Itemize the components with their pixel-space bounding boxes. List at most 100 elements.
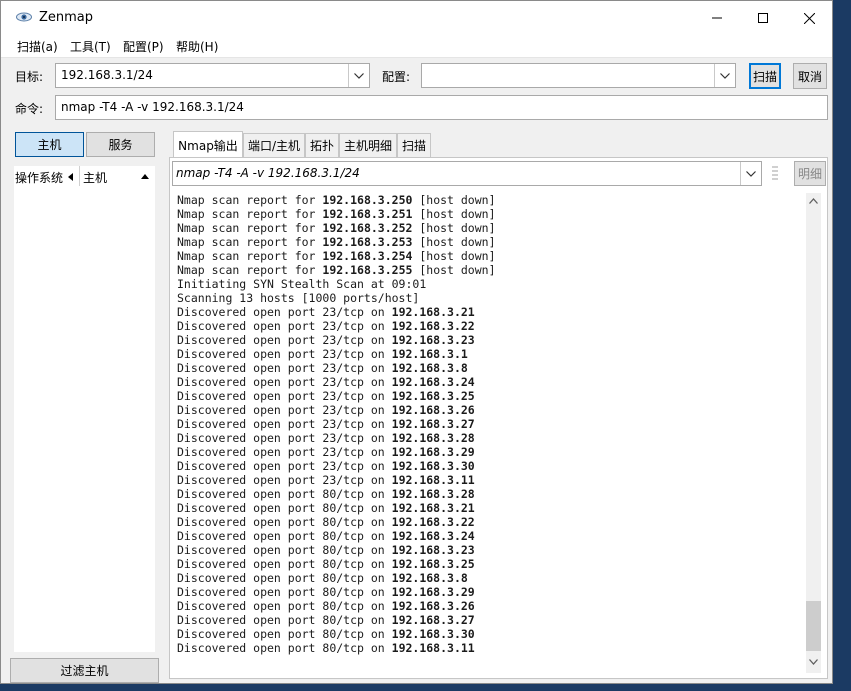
output-line: Discovered open port 23/tcp on 192.168.3…: [177, 473, 797, 487]
output-command-dropdown-button[interactable]: [740, 162, 761, 185]
zenmap-eye-icon: [16, 12, 32, 22]
grip-icon: [772, 166, 778, 180]
output-line-text: Discovered open port 80/tcp on: [177, 599, 392, 613]
output-line-text: Discovered open port 80/tcp on: [177, 487, 392, 501]
hosts-toggle-button[interactable]: 主机: [15, 132, 84, 157]
output-line-text: Discovered open port 23/tcp on: [177, 319, 392, 333]
output-line: Discovered open port 80/tcp on 192.168.3…: [177, 501, 797, 515]
output-line-ip: 192.168.3.8: [391, 361, 468, 375]
command-label: 命令:: [15, 102, 44, 116]
scan-output-text: Nmap scan report for 192.168.3.250 [host…: [177, 193, 797, 663]
tab-nmap-output[interactable]: Nmap输出: [173, 131, 243, 158]
output-line: Discovered open port 23/tcp on 192.168.3…: [177, 459, 797, 473]
command-input[interactable]: nmap -T4 -A -v 192.168.3.1/24: [55, 95, 828, 120]
output-line-status: [host down]: [412, 249, 496, 263]
output-line: Discovered open port 80/tcp on 192.168.3…: [177, 529, 797, 543]
output-line: Discovered open port 80/tcp on 192.168.3…: [177, 515, 797, 529]
tab-topology[interactable]: 拓扑: [305, 133, 339, 157]
command-value: nmap -T4 -A -v 192.168.3.1/24: [61, 100, 244, 114]
output-line-text: Discovered open port 80/tcp on: [177, 543, 392, 557]
output-line-text: Discovered open port 80/tcp on: [177, 515, 392, 529]
minimize-button[interactable]: [694, 1, 740, 35]
tab-scans[interactable]: 扫描: [397, 133, 431, 157]
menu-scan[interactable]: 扫描(a): [17, 38, 58, 55]
output-line: Discovered open port 23/tcp on 192.168.3…: [177, 347, 797, 361]
output-line-text: Discovered open port 80/tcp on: [177, 571, 392, 585]
cancel-button[interactable]: 取消: [793, 63, 827, 89]
output-line-status: [host down]: [412, 263, 496, 277]
scan-button[interactable]: 扫描: [749, 63, 781, 89]
column-divider: [79, 166, 80, 186]
output-line-text: Nmap scan report for: [177, 263, 323, 277]
output-line-ip: 192.168.3.26: [391, 403, 475, 417]
output-line: Discovered open port 80/tcp on 192.168.3…: [177, 627, 797, 641]
output-line-text: Discovered open port 23/tcp on: [177, 459, 392, 473]
output-command-combobox[interactable]: nmap -T4 -A -v 192.168.3.1/24: [172, 161, 762, 186]
output-line-text: Discovered open port 23/tcp on: [177, 333, 392, 347]
output-line-text: Discovered open port 23/tcp on: [177, 445, 392, 459]
output-line-text: Discovered open port 80/tcp on: [177, 585, 392, 599]
menu-profile[interactable]: 配置(P): [123, 38, 164, 55]
output-scrollbar[interactable]: [806, 193, 821, 673]
column-host-header[interactable]: 主机: [83, 169, 107, 186]
menu-tools[interactable]: 工具(T): [70, 38, 111, 55]
profile-combobox[interactable]: [421, 63, 736, 88]
output-line: Discovered open port 23/tcp on 192.168.3…: [177, 375, 797, 389]
output-line: Discovered open port 23/tcp on 192.168.3…: [177, 403, 797, 417]
details-button[interactable]: 明细: [794, 161, 826, 186]
scroll-down-icon[interactable]: [809, 659, 818, 665]
close-button[interactable]: [786, 1, 832, 35]
output-line-ip: 192.168.3.30: [391, 627, 475, 641]
menu-help[interactable]: 帮助(H): [176, 38, 218, 55]
close-icon: [803, 12, 815, 24]
target-value: 192.168.3.1/24: [61, 68, 153, 82]
maximize-button[interactable]: [740, 1, 786, 35]
menu-bar: 扫描(a) 工具(T) 配置(P) 帮助(H): [1, 35, 832, 58]
output-line-ip: 192.168.3.8: [391, 571, 468, 585]
output-line-ip: 192.168.3.252: [322, 221, 413, 235]
target-combobox[interactable]: 192.168.3.1/24: [55, 63, 370, 88]
filter-hosts-button[interactable]: 过滤主机: [10, 658, 159, 683]
maximize-icon: [758, 13, 768, 23]
output-line-text: Discovered open port 23/tcp on: [177, 375, 392, 389]
output-line: Nmap scan report for 192.168.3.250 [host…: [177, 193, 797, 207]
zenmap-window: Zenmap 扫描(a) 工具(T) 配置(P) 帮助(H) 目标: 192.1…: [0, 0, 833, 684]
chevron-down-icon: [354, 72, 364, 79]
profile-dropdown-button[interactable]: [714, 64, 735, 87]
output-line-ip: 192.168.3.23: [391, 333, 475, 347]
output-line-ip: 192.168.3.26: [391, 599, 475, 613]
output-line: Initiating SYN Stealth Scan at 09:01: [177, 277, 797, 291]
output-line-text: Nmap scan report for: [177, 221, 323, 235]
tab-host-details[interactable]: 主机明细: [339, 133, 397, 157]
output-line-text: Scanning 13 hosts [1000 ports/host]: [177, 291, 420, 305]
output-line-text: Initiating SYN Stealth Scan at 09:01: [177, 277, 427, 291]
output-line-ip: 192.168.3.29: [391, 585, 475, 599]
output-line-ip: 192.168.3.27: [391, 613, 475, 627]
output-line-ip: 192.168.3.11: [391, 473, 475, 487]
output-line-status: [host down]: [412, 193, 496, 207]
output-line-ip: 192.168.3.250: [322, 193, 413, 207]
output-line: Discovered open port 23/tcp on 192.168.3…: [177, 319, 797, 333]
column-os-header[interactable]: 操作系统: [15, 169, 63, 186]
scroll-up-icon[interactable]: [809, 198, 818, 204]
output-line-ip: 192.168.3.24: [391, 375, 475, 389]
output-line-ip: 192.168.3.28: [391, 431, 475, 445]
output-line-text: Discovered open port 80/tcp on: [177, 529, 392, 543]
output-line-ip: 192.168.3.22: [391, 319, 475, 333]
output-line-ip: 192.168.3.25: [391, 389, 475, 403]
output-line: Discovered open port 23/tcp on 192.168.3…: [177, 305, 797, 319]
output-line: Nmap scan report for 192.168.3.252 [host…: [177, 221, 797, 235]
chevron-down-icon: [720, 72, 730, 79]
scrollbar-thumb[interactable]: [806, 601, 821, 651]
output-line-text: Discovered open port 23/tcp on: [177, 361, 392, 375]
services-toggle-button[interactable]: 服务: [86, 132, 155, 157]
output-line: Nmap scan report for 192.168.3.253 [host…: [177, 235, 797, 249]
sort-up-icon: [141, 174, 149, 179]
output-line: Discovered open port 80/tcp on 192.168.3…: [177, 487, 797, 501]
tab-ports-hosts[interactable]: 端口/主机: [243, 133, 305, 157]
chevron-down-icon: [746, 170, 756, 177]
output-line-ip: 192.168.3.21: [391, 501, 475, 515]
target-dropdown-button[interactable]: [348, 64, 369, 87]
output-line-ip: 192.168.3.11: [391, 641, 475, 655]
output-line-ip: 192.168.3.21: [391, 305, 475, 319]
